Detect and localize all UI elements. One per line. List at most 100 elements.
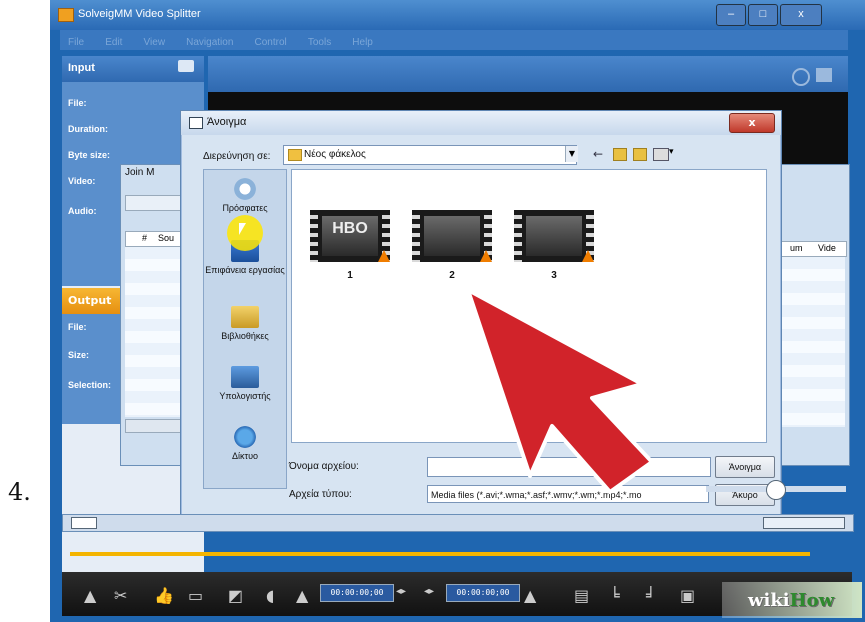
place-computer[interactable]: Υπολογιστής: [204, 366, 286, 401]
set-end-icon[interactable]: ▲: [524, 586, 536, 605]
view-menu-icon[interactable]: [653, 148, 669, 161]
settings-icon[interactable]: [792, 68, 810, 86]
end-time-field[interactable]: 00:00:00;00: [446, 584, 520, 602]
end-step-icon[interactable]: ◂▸: [424, 586, 434, 597]
marker-up-icon[interactable]: ▲: [84, 586, 96, 605]
folder-icon: [288, 149, 302, 161]
look-in-value: Νέος φάκελος: [304, 149, 366, 160]
open-button[interactable]: Άνοιγμα: [715, 456, 775, 478]
filetype-label: Αρχεία τύπου:: [289, 489, 352, 500]
menu-tools[interactable]: Tools: [308, 37, 331, 48]
libraries-icon: [231, 306, 259, 328]
computer-icon: [231, 366, 259, 388]
window-title-bar: SolveigMM Video Splitter – □ x: [50, 0, 865, 30]
menu-navigation[interactable]: Navigation: [186, 37, 233, 48]
input-video-label: Video:: [68, 176, 96, 186]
mouse-cursor-icon: [239, 223, 246, 235]
selection-bar[interactable]: [70, 552, 810, 556]
thumb-icon[interactable]: 👍: [154, 586, 174, 605]
back-icon[interactable]: ←: [593, 147, 603, 161]
menu-edit[interactable]: Edit: [105, 37, 122, 48]
input-bytesize-label: Byte size:: [68, 150, 111, 160]
trim-end-icon[interactable]: ╛: [646, 586, 656, 605]
output-file-label: File:: [68, 322, 87, 332]
app-icon: [58, 8, 74, 22]
place-libraries-label: Βιβλιοθήκες: [221, 331, 269, 341]
zoom-controls[interactable]: [763, 517, 845, 529]
join-col-right-b: Vide: [818, 243, 836, 253]
file-item[interactable]: HBO 1: [310, 210, 390, 281]
snapshot-icon[interactable]: ◩: [228, 586, 243, 605]
volume-icon[interactable]: ◖: [266, 586, 274, 605]
place-recent[interactable]: Πρόσφατες: [204, 178, 286, 213]
output-selection-label: Selection:: [68, 380, 112, 390]
input-audio-label: Audio:: [68, 206, 97, 216]
output-header-label: Output: [68, 294, 112, 307]
join-window-title: Join M: [125, 167, 155, 178]
place-computer-label: Υπολογιστής: [219, 391, 271, 401]
video-thumbnail: [412, 210, 492, 262]
chevron-down-icon[interactable]: ▼: [565, 146, 578, 162]
new-folder-icon[interactable]: [633, 148, 647, 161]
menu-control[interactable]: Control: [255, 37, 287, 48]
menu-file[interactable]: File: [68, 37, 84, 48]
minimize-button[interactable]: –: [716, 4, 746, 26]
input-file-label: File:: [68, 98, 87, 108]
place-recent-label: Πρόσφατες: [222, 203, 268, 213]
output-size-label: Size:: [68, 350, 90, 360]
menu-view[interactable]: View: [144, 37, 166, 48]
eject-icon[interactable]: [178, 60, 194, 72]
save-icon[interactable]: ▣: [680, 586, 695, 605]
set-start-icon[interactable]: ▲: [296, 586, 308, 605]
join-col-num: #: [142, 233, 148, 243]
video-thumbnail: HBO: [310, 210, 390, 262]
start-step-icon[interactable]: ◂▸: [396, 586, 406, 597]
folder-icon[interactable]: [816, 68, 832, 82]
recent-places-icon: [231, 178, 259, 200]
view-dropdown-icon[interactable]: ▾: [669, 147, 674, 157]
file-item[interactable]: 3: [514, 210, 594, 281]
file-name: 1: [347, 270, 353, 281]
watermark-wiki: wiki: [748, 590, 790, 611]
place-desktop-label: Επιφάνεια εργασίας: [205, 265, 285, 275]
app-screenshot: SolveigMM Video Splitter – □ x File Edit…: [50, 0, 865, 622]
file-item[interactable]: 2: [412, 210, 492, 281]
step-number: 4.: [8, 478, 31, 506]
input-header[interactable]: Input: [62, 56, 204, 82]
volume-slider-handle[interactable]: [766, 480, 786, 500]
trim-start-icon[interactable]: ╘: [610, 586, 620, 605]
timeline-start-handle[interactable]: [71, 517, 97, 529]
input-header-label: Input: [68, 62, 95, 74]
up-folder-icon[interactable]: [613, 148, 627, 161]
comment-icon[interactable]: ▭: [188, 586, 203, 605]
watermark-how: How: [789, 590, 835, 611]
maximize-button[interactable]: □: [748, 4, 778, 26]
place-network[interactable]: Δίκτυο: [204, 426, 286, 461]
window-title: SolveigMM Video Splitter: [78, 8, 201, 20]
dialog-title: Άνοιγμα: [207, 116, 247, 128]
timeline[interactable]: [62, 514, 854, 532]
network-icon: [231, 426, 259, 448]
video-thumbnail: [514, 210, 594, 262]
menu-help[interactable]: Help: [352, 37, 373, 48]
filename-label: Όνομα αρχείου:: [289, 461, 359, 472]
wikihow-watermark: wikiHow: [722, 582, 862, 618]
place-libraries[interactable]: Βιβλιοθήκες: [204, 306, 286, 341]
vlc-cone-icon: [378, 250, 390, 262]
start-time-field[interactable]: 00:00:00;00: [320, 584, 394, 602]
vlc-cone-icon: [480, 250, 492, 262]
look-in-select[interactable]: Νέος φάκελος: [283, 145, 577, 165]
split-icon[interactable]: ▤: [574, 586, 589, 605]
join-col-right-a: um: [790, 243, 803, 253]
preview-header: [208, 56, 848, 92]
look-in-label: Διερεύνηση σε:: [203, 151, 271, 162]
window-close-button[interactable]: x: [780, 4, 822, 26]
dialog-close-button[interactable]: x: [729, 113, 775, 133]
input-duration-label: Duration:: [68, 124, 108, 134]
join-col-source: Sou: [158, 233, 175, 243]
place-network-label: Δίκτυο: [232, 451, 258, 461]
dialog-title-bar: Άνοιγμα x: [181, 111, 781, 135]
vlc-cone-icon: [582, 250, 594, 262]
arrow-shape: [466, 288, 654, 494]
cut-icon[interactable]: ✂: [114, 586, 127, 605]
